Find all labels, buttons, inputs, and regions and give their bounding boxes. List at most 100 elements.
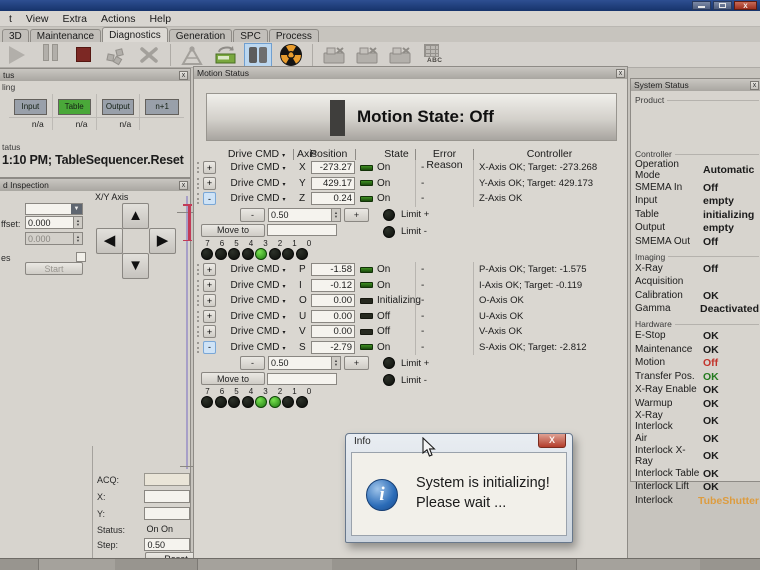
xray-tube-icon[interactable] — [178, 43, 206, 67]
position-field[interactable]: 0.00 — [311, 294, 355, 307]
drive-cmd-dropdown[interactable]: Drive CMD▾ — [221, 295, 295, 306]
radiation-icon[interactable] — [277, 43, 305, 67]
close-button[interactable]: x — [734, 1, 757, 10]
pause-icon[interactable] — [36, 43, 64, 67]
slider-range-marker[interactable] — [188, 204, 191, 241]
step-value-field[interactable]: 0.50▲▼ — [268, 208, 341, 222]
expand-row-button[interactable]: + — [203, 310, 216, 323]
drive-cmd-dropdown[interactable]: Drive CMD▾ — [221, 193, 295, 204]
taskbar[interactable] — [0, 558, 760, 570]
status-label: Interlock X-Ray — [635, 446, 701, 467]
close-icon[interactable]: x — [179, 181, 188, 190]
field-value[interactable] — [144, 473, 190, 486]
expand-row-button[interactable]: + — [203, 177, 216, 190]
board-panel-icon[interactable] — [244, 43, 272, 67]
dialog-close-button[interactable]: X — [538, 434, 566, 448]
tools-icon[interactable] — [135, 43, 163, 67]
expand-row-button[interactable]: + — [203, 325, 216, 338]
expand-row-button[interactable]: + — [203, 263, 216, 276]
drive-cmd-dropdown[interactable]: Drive CMD▾ — [221, 280, 295, 291]
drive-cmd-dropdown[interactable]: Drive CMD▾ — [221, 311, 295, 322]
station-button[interactable]: Table — [58, 99, 91, 115]
minimize-button[interactable] — [692, 1, 711, 10]
drive-cmd-dropdown[interactable]: Drive CMD▾ — [221, 178, 295, 189]
position-field[interactable]: -0.12 — [311, 279, 355, 292]
parts-icon[interactable] — [102, 43, 130, 67]
menu-item[interactable]: Extra — [56, 12, 95, 26]
position-field[interactable]: -273.27 — [311, 161, 355, 174]
machine-c-icon[interactable] — [386, 43, 414, 67]
expand-row-button[interactable]: + — [203, 294, 216, 307]
expand-row-button[interactable]: - — [203, 341, 216, 354]
maximize-button[interactable] — [713, 1, 732, 10]
machine-b-icon[interactable] — [353, 43, 381, 67]
move-to-input[interactable] — [267, 373, 337, 385]
stop-icon[interactable] — [69, 43, 97, 67]
drive-cmd-dropdown[interactable]: Drive CMD▾ — [221, 162, 295, 173]
spinner-arrows-icon[interactable]: ▲▼ — [331, 357, 340, 369]
move-right-button[interactable]: ▶ — [149, 228, 176, 254]
chevron-down-icon[interactable]: ▼ — [71, 204, 82, 214]
menu-item[interactable]: Actions — [94, 12, 142, 26]
inspection-checkbox[interactable] — [76, 252, 86, 262]
step-increment-button[interactable]: + — [344, 208, 369, 222]
tab[interactable]: SPC — [233, 29, 268, 42]
drive-cmd-dropdown[interactable]: Drive CMD▾ — [221, 326, 295, 337]
inspection-dropdown[interactable]: ▼ — [25, 203, 83, 215]
spinner-arrows-icon[interactable]: ▲▼ — [331, 209, 340, 221]
move-left-button[interactable]: ◀ — [96, 228, 123, 254]
field-value[interactable] — [144, 490, 190, 503]
reload-device-icon[interactable] — [211, 43, 239, 67]
field-value[interactable]: 0.50 — [144, 538, 190, 551]
expand-row-button[interactable]: + — [203, 161, 216, 174]
move-to-button[interactable]: Move to — [201, 224, 265, 237]
taskbar-segment[interactable] — [576, 559, 700, 570]
abc-check-icon[interactable]: ABC — [419, 43, 447, 67]
position-field[interactable]: -2.79 — [311, 341, 355, 354]
status-led — [296, 248, 308, 260]
offset-input-2[interactable]: 0.000▲▼ — [25, 232, 83, 245]
move-to-input[interactable] — [267, 224, 337, 236]
station-button[interactable]: Input — [14, 99, 47, 115]
tab[interactable]: Generation — [169, 29, 232, 42]
station-button[interactable]: Output — [102, 99, 135, 115]
tab[interactable]: Process — [269, 29, 319, 42]
position-field[interactable]: 0.00 — [311, 310, 355, 323]
expand-row-button[interactable]: + — [203, 279, 216, 292]
close-icon[interactable]: x — [750, 81, 759, 90]
move-to-button[interactable]: Move to — [201, 372, 265, 385]
menu-item[interactable]: Help — [142, 12, 178, 26]
expand-row-button[interactable]: - — [203, 192, 216, 205]
play-icon[interactable] — [3, 43, 31, 67]
step-decrement-button[interactable]: - — [240, 356, 265, 370]
drive-cmd-dropdown[interactable]: Drive CMD▾ — [221, 264, 295, 275]
station-button[interactable]: n+1 — [145, 99, 179, 115]
drive-cmd-dropdown[interactable]: Drive CMD▾ — [221, 342, 295, 353]
move-down-button[interactable]: ▼ — [122, 253, 149, 279]
step-value-field[interactable]: 0.50▲▼ — [268, 356, 341, 370]
position-field[interactable]: 0.24 — [311, 192, 355, 205]
step-increment-button[interactable]: + — [344, 356, 369, 370]
close-icon[interactable]: x — [179, 71, 188, 80]
field-value[interactable] — [144, 507, 190, 520]
window-titlebar[interactable]: x — [0, 0, 760, 11]
tab[interactable]: Maintenance — [30, 29, 101, 42]
tab[interactable]: 3D — [2, 29, 29, 42]
close-icon[interactable]: x — [616, 69, 625, 78]
taskbar-segment[interactable] — [197, 559, 332, 570]
tab[interactable]: Diagnostics — [102, 27, 168, 42]
move-up-button[interactable]: ▲ — [122, 203, 149, 229]
position-field[interactable]: 429.17 — [311, 177, 355, 190]
step-decrement-button[interactable]: - — [240, 208, 265, 222]
start-button[interactable]: Start — [25, 262, 83, 275]
spinner-arrows-icon[interactable]: ▲▼ — [73, 233, 82, 244]
menu-item[interactable]: t — [2, 12, 19, 26]
position-field[interactable]: -1.58 — [311, 263, 355, 276]
machine-a-icon[interactable] — [320, 43, 348, 67]
toolbar-separator — [312, 44, 313, 66]
position-field[interactable]: 0.00 — [311, 325, 355, 338]
offset-input[interactable]: 0.000▲▼ — [25, 216, 83, 229]
taskbar-segment[interactable] — [38, 559, 115, 570]
spinner-arrows-icon[interactable]: ▲▼ — [73, 217, 82, 228]
menu-item[interactable]: View — [19, 12, 56, 26]
